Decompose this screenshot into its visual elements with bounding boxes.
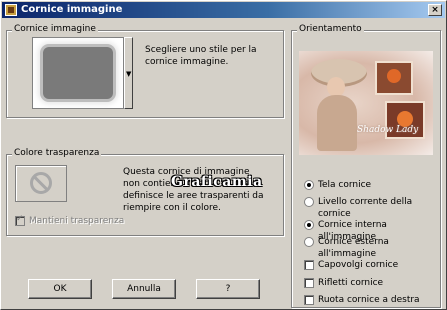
title-bar[interactable]: Cornice immagine ×: [2, 2, 445, 18]
preview-face: [327, 77, 345, 97]
help-button[interactable]: ?: [196, 279, 260, 299]
window-title: Cornice immagine: [21, 4, 123, 15]
orientation-preview-image: Shadow Lady: [299, 51, 433, 155]
radio-frame-inside[interactable]: [304, 220, 314, 230]
radio-frame-outside-label: Cornice esterna all'immagine: [318, 237, 389, 259]
flip-frame-label: Capovolgi cornice: [318, 260, 399, 270]
frame-description: Scegliere uno stile per la cornice immag…: [145, 45, 257, 67]
mirror-frame-checkbox[interactable]: [304, 278, 314, 288]
transparency-group-label: Colore trasparenza: [12, 148, 102, 158]
frame-preview-thumbnail: [43, 47, 113, 99]
app-icon: [5, 4, 17, 16]
radio-current-layer[interactable]: [304, 197, 314, 207]
radio-frame-outside[interactable]: [304, 237, 314, 247]
no-color-icon: [30, 172, 52, 194]
transparency-color-swatch[interactable]: [15, 165, 67, 202]
radio-canvas-frame[interactable]: [304, 180, 314, 190]
rotate-frame-label: Ruota cornice a destra: [318, 295, 420, 305]
cancel-button[interactable]: Annulla: [112, 279, 176, 299]
checkmark-icon: ✓: [16, 214, 24, 224]
orientation-group-label: Orientamento: [297, 24, 364, 34]
mirror-frame-label: Rifletti cornice: [318, 278, 384, 288]
flip-frame-checkbox[interactable]: [304, 260, 314, 270]
frame-style-dropdown-button[interactable]: ▼: [124, 37, 133, 109]
rotate-frame-checkbox[interactable]: [304, 295, 314, 305]
radio-canvas-frame-label: Tela cornice: [318, 180, 372, 190]
watermark-text: Graficamia: [171, 174, 263, 190]
close-button[interactable]: ×: [428, 4, 442, 16]
ok-button[interactable]: OK: [28, 279, 92, 299]
dropdown-arrow-icon: ▼: [126, 70, 132, 78]
preview-inset-photo: [375, 61, 413, 95]
frame-style-picker[interactable]: [32, 37, 124, 109]
preview-figure: [317, 95, 357, 151]
keep-transparency-label: Mantieni trasparenza: [29, 216, 125, 226]
keep-transparency-checkbox[interactable]: ✓: [15, 214, 25, 226]
frame-group-label: Cornice immagine: [12, 24, 98, 34]
preview-script-text: Shadow Lady: [357, 125, 419, 135]
radio-current-layer-label: Livello corrente della cornice: [318, 197, 413, 219]
